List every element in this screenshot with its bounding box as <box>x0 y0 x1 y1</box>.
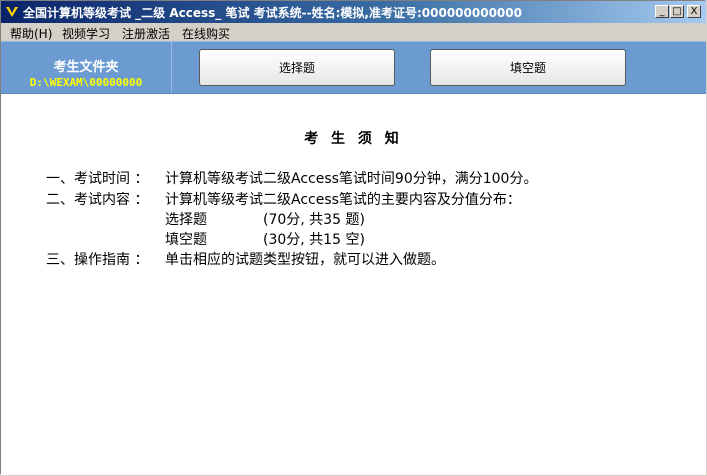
exam-time-label: 一、考试时间 ： <box>46 171 149 187</box>
minimize-button[interactable]: _ <box>655 5 669 18</box>
menu-online-purchase[interactable]: 在线购买 <box>182 25 230 42</box>
score-row-detail: (70分, 共35 题) <box>263 212 365 228</box>
close-button[interactable]: X <box>687 5 701 18</box>
notice-heading: 考 生 须 知 <box>304 131 403 147</box>
menu-video-learning[interactable]: 视频学习 <box>62 25 110 42</box>
app-logo-icon <box>4 4 20 20</box>
exam-time-text: 计算机等级考试二级Access笔试时间90分钟，满分100分。 <box>165 171 538 187</box>
notice-panel: 考 生 须 知 一、考试时间 ： 计算机等级考试二级Access笔试时间90分钟… <box>1 94 706 475</box>
title-bar[interactable]: 全国计算机等级考试 _二级 Access_ 笔试 考试系统--姓名:模拟,准考证… <box>1 1 706 23</box>
menu-register-activate[interactable]: 注册激活 <box>122 25 170 42</box>
menu-bar: 帮助(H) 视频学习 注册激活 在线购买 <box>1 23 706 41</box>
fill-in-blank-button[interactable]: 填空题 <box>430 49 626 86</box>
operation-guide-text: 单击相应的试题类型按钮，就可以进入做题。 <box>165 252 445 268</box>
score-row-detail: (30分, 共15 空) <box>263 232 365 248</box>
multiple-choice-button[interactable]: 选择题 <box>199 49 395 86</box>
operation-guide-label: 三、操作指南 ： <box>46 252 149 268</box>
score-row-type: 填空题 <box>165 232 207 248</box>
exam-content-label: 二、考试内容 ： <box>46 192 149 208</box>
exam-folder-path: D:\WEXAM\00000000 <box>29 76 143 89</box>
app-window: 全国计算机等级考试 _二级 Access_ 笔试 考试系统--姓名:模拟,准考证… <box>0 0 706 475</box>
menu-help[interactable]: 帮助(H) <box>10 25 52 42</box>
exam-content-text: 计算机等级考试二级Access笔试的主要内容及分值分布： <box>165 192 521 208</box>
score-row-type: 选择题 <box>165 212 207 228</box>
window-title: 全国计算机等级考试 _二级 Access_ 笔试 考试系统--姓名:模拟,准考证… <box>23 6 522 20</box>
exam-folder-title: 考生文件夹 <box>53 60 119 75</box>
exam-folder-panel: 考生文件夹 D:\WEXAM\00000000 <box>1 42 172 93</box>
toolbar: 考生文件夹 D:\WEXAM\00000000 选择题 填空题 <box>1 41 706 94</box>
maximize-button[interactable]: □ <box>670 5 684 18</box>
